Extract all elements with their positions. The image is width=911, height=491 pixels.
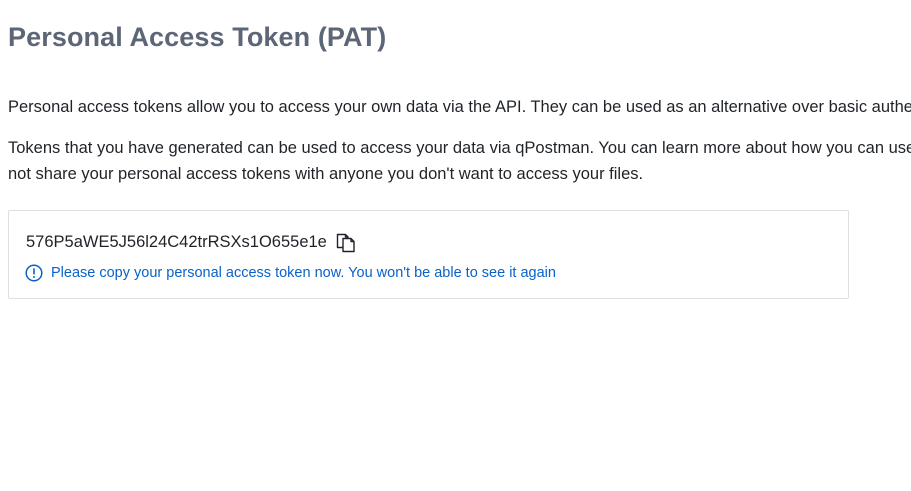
usage-paragraph: Tokens that you have generated can be us…	[8, 135, 911, 187]
pat-page: Personal Access Token (PAT) Personal acc…	[0, 0, 911, 491]
token-value[interactable]: 576P5aWE5J56l24C42trRSXs1O655e1e	[26, 233, 327, 252]
token-panel: 576P5aWE5J56l24C42trRSXs1O655e1e Please …	[8, 210, 849, 299]
page-title: Personal Access Token (PAT)	[8, 22, 387, 52]
token-row: 576P5aWE5J56l24C42trRSXs1O655e1e	[26, 231, 357, 253]
copy-notice: Please copy your personal access token n…	[25, 264, 556, 282]
copy-icon[interactable]	[335, 231, 357, 253]
usage-paragraph-line-2: not share your personal access tokens wi…	[8, 165, 644, 183]
info-circle-icon	[25, 264, 43, 282]
usage-paragraph-line-1: Tokens that you have generated can be us…	[8, 139, 911, 157]
notice-text: Please copy your personal access token n…	[51, 265, 556, 281]
intro-paragraph: Personal access tokens allow you to acce…	[8, 98, 911, 116]
